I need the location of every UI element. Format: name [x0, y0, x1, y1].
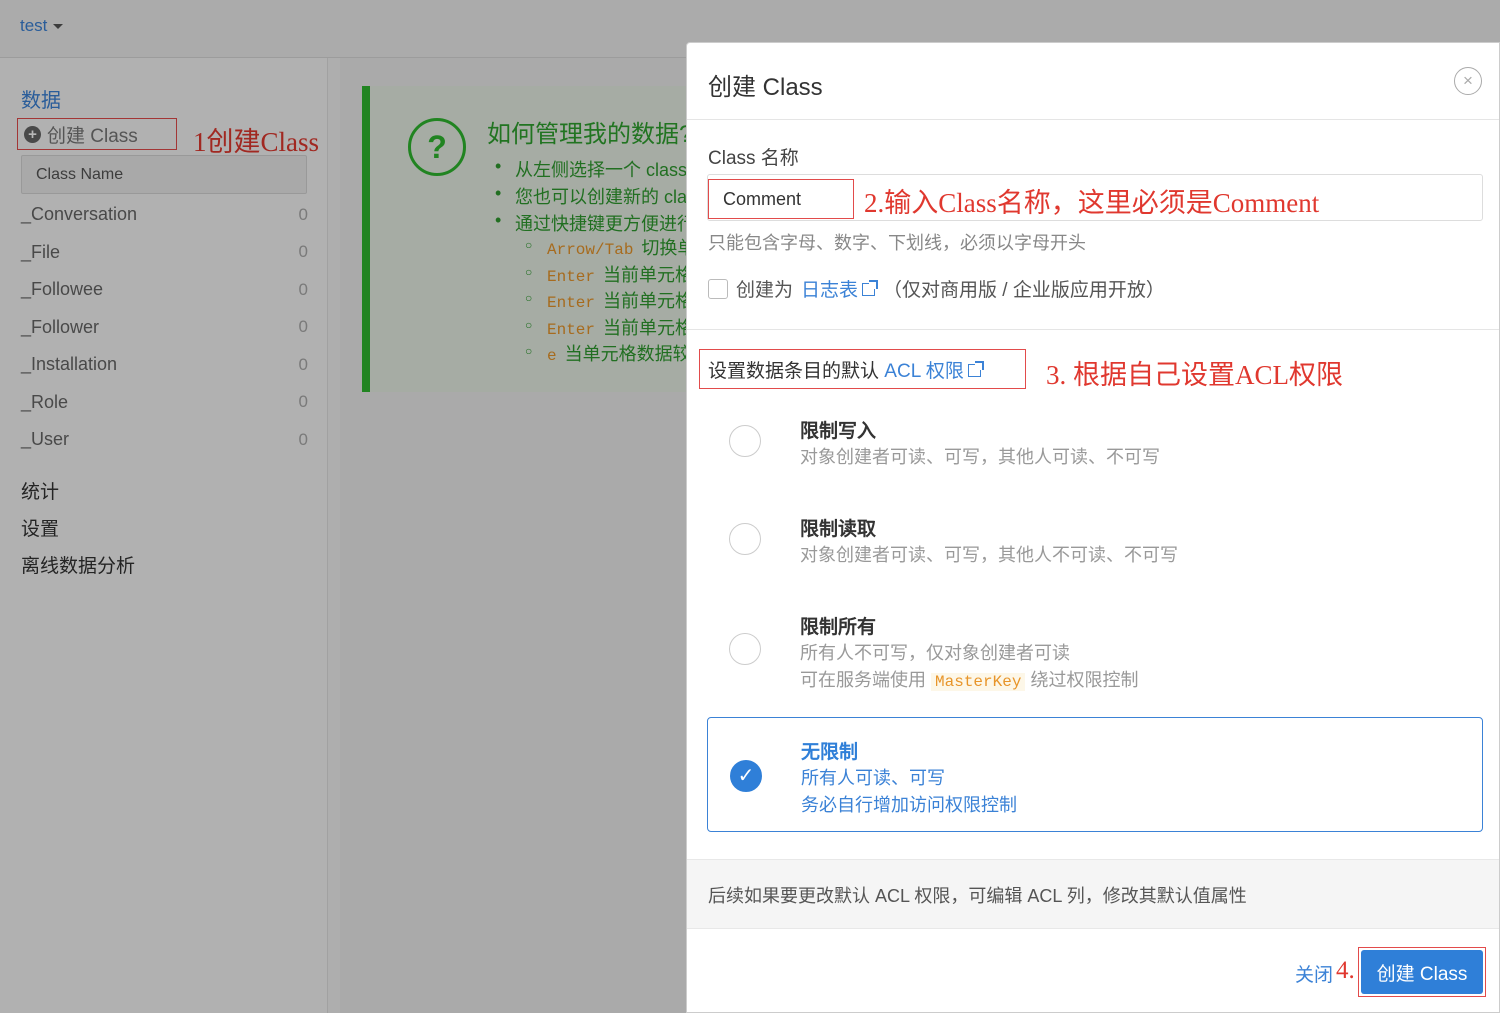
create-class-button[interactable]: 创建 Class: [1361, 950, 1483, 994]
radio-unselected[interactable]: [729, 425, 761, 457]
check-circle-icon[interactable]: ✓: [730, 760, 762, 792]
acl-note-bar: 后续如果要更改默认 ACL 权限，可编辑 ACL 列，修改其默认值属性: [687, 859, 1499, 929]
close-icon[interactable]: ×: [1454, 67, 1482, 95]
modal-title: 创建 Class: [708, 74, 823, 101]
acl-heading: 设置数据条目的默认 ACL 权限: [699, 349, 1026, 389]
annotation-step-3: 3. 根据自己设置ACL权限: [1046, 360, 1343, 390]
class-name-hint: 只能包含字母、数字、下划线，必须以字母开头: [708, 233, 1086, 253]
annotation-step-4: 4.: [1336, 957, 1355, 984]
external-link-icon: [862, 280, 879, 296]
close-button[interactable]: 关闭: [1295, 960, 1333, 987]
acl-option-restrict-read[interactable]: 限制读取 对象创建者可读、可写，其他人不可读、不可写: [707, 493, 1483, 583]
log-table-checkbox[interactable]: [708, 278, 728, 299]
log-table-option: 创建为 日志表 （仅对商用版 / 企业版应用开放）: [708, 275, 1165, 302]
external-link-icon: [967, 360, 984, 377]
acl-note: 后续如果要更改默认 ACL 权限，可编辑 ACL 列，修改其默认值属性: [708, 886, 1247, 906]
class-name-input[interactable]: [708, 179, 854, 219]
masterkey-code: MasterKey: [931, 673, 1026, 691]
modal-header: 创建 Class ×: [687, 43, 1499, 120]
class-name-label: Class 名称: [708, 148, 799, 169]
log-table-prefix: 创建为: [736, 280, 794, 301]
acl-option-unrestricted[interactable]: ✓ 无限制 所有人可读、可写 务必自行增加访问权限控制: [707, 717, 1483, 832]
divider: [687, 329, 1499, 330]
log-table-link[interactable]: 日志表: [801, 275, 879, 302]
create-button-highlight: 创建 Class: [1358, 947, 1486, 997]
radio-unselected[interactable]: [729, 523, 761, 555]
annotation-step-2: 2.输入Class名称，这里必须是Comment: [864, 188, 1320, 218]
acl-doc-link[interactable]: ACL 权限: [879, 356, 984, 383]
log-table-suffix: （仅对商用版 / 企业版应用开放）: [883, 280, 1165, 301]
acl-option-restrict-all[interactable]: 限制所有 所有人不可写，仅对象创建者可读 可在服务端使用 MasterKey 绕…: [707, 591, 1483, 701]
acl-option-restrict-write[interactable]: 限制写入 对象创建者可读、可写，其他人可读、不可写: [707, 395, 1483, 485]
radio-unselected[interactable]: [729, 633, 761, 665]
create-class-modal: 创建 Class × Class 名称 2.输入Class名称，这里必须是Com…: [686, 42, 1500, 1013]
